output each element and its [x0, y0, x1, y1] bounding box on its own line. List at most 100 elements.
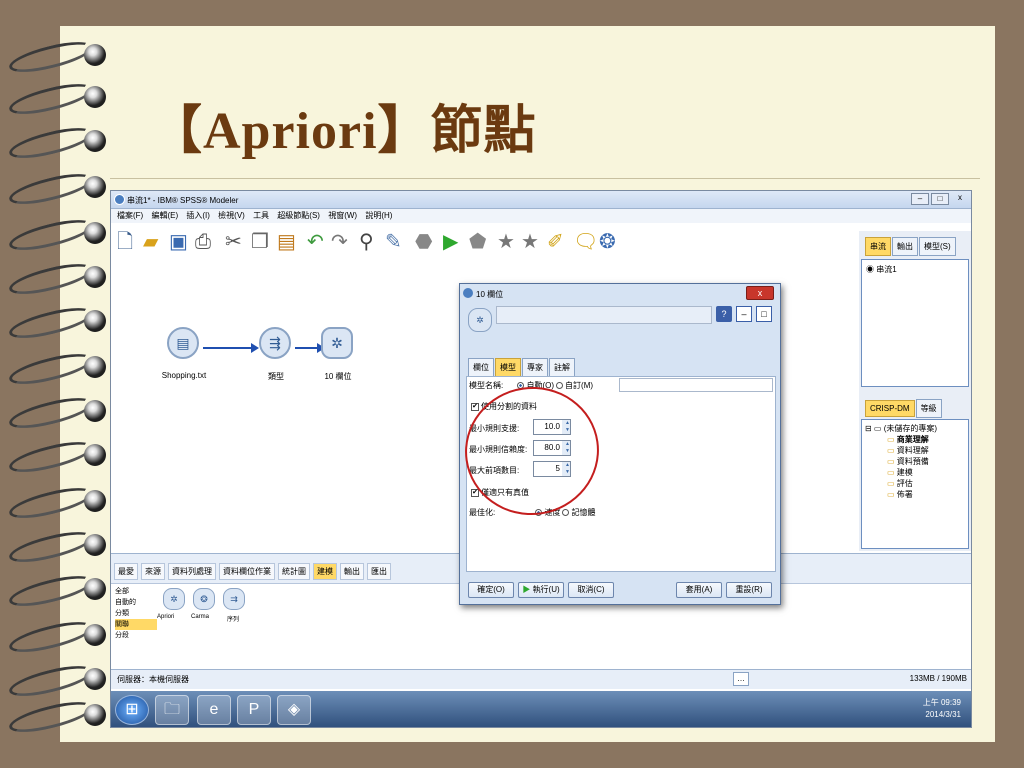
category-all[interactable]: 全部: [115, 586, 157, 597]
tree-root-label: (未儲存的專案): [883, 424, 938, 433]
help-icon[interactable]: ?: [716, 306, 732, 322]
palette-tab-modeling[interactable]: 建模: [313, 563, 337, 580]
start-icon[interactable]: ⊞: [115, 695, 149, 725]
palette-tab-graphs[interactable]: 統計圖: [278, 563, 310, 580]
menu-help[interactable]: 說明(H): [365, 209, 392, 223]
palette-tab-field-ops[interactable]: 資料欄位作業: [219, 563, 275, 580]
explorer-icon[interactable]: 🗀: [155, 695, 189, 725]
annotate-icon[interactable]: ✐: [547, 231, 564, 253]
spss-taskbar-icon[interactable]: ◈: [277, 695, 311, 725]
maximize-icon[interactable]: □: [756, 306, 772, 322]
tree-item[interactable]: ▭ 資料理解: [865, 445, 965, 456]
tab-outputs[interactable]: 輸出: [892, 237, 918, 256]
binding-ring: [6, 167, 106, 211]
open-icon[interactable]: ▰: [143, 231, 158, 253]
maximize-button[interactable]: □: [931, 193, 949, 205]
use-partition-checkbox[interactable]: ✔: [471, 402, 479, 411]
palette-node-label: Apriori: [157, 614, 175, 620]
dialog-app-icon: [463, 288, 473, 298]
type-icon[interactable]: ⇶: [259, 327, 291, 359]
help-icon[interactable]: ❂: [599, 231, 616, 253]
radio-custom-label: 自訂(M): [565, 381, 594, 390]
palette-tab-record-ops[interactable]: 資料列處理: [168, 563, 216, 580]
binding-ring: [6, 391, 106, 435]
tab-fields[interactable]: 欄位: [468, 358, 494, 377]
redo-icon[interactable]: ↷: [331, 231, 348, 253]
tree-item[interactable]: ▭ 建模: [865, 467, 965, 478]
main-toolbar: 🗋 ▰ ▣ ⎙ ✂ ❐ ▤ ↶ ↷ ⚲ ✎ ⬣ ▶ ⬟ ★ ★ ✐ 🗨 ❂: [111, 223, 861, 263]
find-icon[interactable]: ⚲: [359, 231, 374, 253]
binding-ring: [6, 301, 106, 345]
star-icon[interactable]: ★: [497, 231, 515, 253]
category-classification[interactable]: 分類: [115, 608, 157, 619]
radio-memory[interactable]: [562, 509, 570, 517]
category-segmentation[interactable]: 分段: [115, 630, 157, 641]
tree-item[interactable]: ▭ 佈署: [865, 489, 965, 500]
memory-usage: 133MB / 190MB: [909, 674, 967, 683]
palette-tab-export[interactable]: 匯出: [367, 563, 391, 580]
optimize-label: 最佳化:: [469, 508, 496, 517]
menu-view[interactable]: 檢視(V): [218, 209, 245, 223]
tree-item[interactable]: ▭ 商業理解: [865, 434, 965, 445]
binding-ring: [6, 77, 106, 121]
menu-insert[interactable]: 插入(I): [186, 209, 210, 223]
menu-file[interactable]: 檔案(F): [117, 209, 143, 223]
paste-icon[interactable]: ▤: [277, 231, 296, 253]
apriori-icon[interactable]: ✲: [321, 327, 353, 359]
apply-button[interactable]: 套用(A): [676, 582, 722, 598]
tab-streams[interactable]: 串流: [865, 237, 891, 256]
comment-icon[interactable]: 🗨: [573, 231, 598, 253]
more-button[interactable]: …: [733, 672, 749, 686]
powerpoint-icon[interactable]: P: [237, 695, 271, 725]
tab-annotations[interactable]: 註解: [549, 358, 575, 377]
tab-classes[interactable]: 等級: [915, 399, 942, 418]
tree-item[interactable]: ▭ 資料預備: [865, 456, 965, 467]
minimize-icon[interactable]: –: [736, 306, 752, 322]
carma-icon[interactable]: ❂: [193, 588, 215, 610]
stop-icon[interactable]: ⬣: [415, 231, 432, 253]
tree-item[interactable]: ▭ 評估: [865, 478, 965, 489]
node-label-apriori: 10 欄位: [324, 372, 352, 381]
palette-tab-output[interactable]: 輸出: [340, 563, 364, 580]
category-association[interactable]: 關聯: [115, 619, 157, 630]
menu-edit[interactable]: 編輯(E): [151, 209, 178, 223]
print-icon[interactable]: ⎙: [195, 231, 211, 253]
close-button[interactable]: x: [951, 193, 969, 205]
category-auto[interactable]: 自動的: [115, 597, 157, 608]
dialog-close-button[interactable]: x: [746, 286, 774, 300]
run-selection-icon[interactable]: ⬟: [469, 231, 486, 253]
file-icon[interactable]: ▤: [167, 327, 199, 359]
new-icon[interactable]: 🗋: [117, 231, 133, 253]
star-filled-icon[interactable]: ★: [521, 231, 539, 253]
palette-tab-favorites[interactable]: 最愛: [114, 563, 138, 580]
model-name-input[interactable]: [619, 378, 773, 392]
save-icon[interactable]: ▣: [169, 231, 188, 253]
tab-crisp-dm[interactable]: CRISP-DM: [865, 400, 915, 417]
palette-tab-sources[interactable]: 來源: [141, 563, 165, 580]
copy-icon[interactable]: ❐: [251, 231, 269, 253]
ie-icon[interactable]: e: [197, 695, 231, 725]
binding-ring: [6, 525, 106, 569]
run-icon[interactable]: ▶: [443, 231, 458, 253]
cut-icon[interactable]: ✂: [225, 231, 242, 253]
ok-button[interactable]: 確定(O): [468, 582, 514, 598]
edit-icon[interactable]: ✎: [385, 231, 402, 253]
minimize-button[interactable]: –: [911, 193, 929, 205]
tab-expert[interactable]: 專家: [522, 358, 548, 377]
menu-window[interactable]: 視窗(W): [328, 209, 357, 223]
undo-icon[interactable]: ↶: [307, 231, 324, 253]
stream-item[interactable]: ◉ 串流1: [866, 264, 964, 275]
sequence-icon[interactable]: ⇉: [223, 588, 245, 610]
tree-root[interactable]: ⊟ ▭ (未儲存的專案): [865, 423, 965, 434]
cancel-button[interactable]: 取消(C): [568, 582, 614, 598]
tree-item-label: 資料理解: [896, 446, 929, 455]
run-button[interactable]: ▶ 執行(U): [518, 582, 564, 598]
clock[interactable]: 上午 09:39 2014/3/31: [923, 697, 961, 721]
reset-button[interactable]: 重設(R): [726, 582, 772, 598]
apriori-icon[interactable]: ✲: [163, 588, 185, 610]
tab-model[interactable]: 模型: [495, 358, 521, 377]
menu-tools[interactable]: 工具: [253, 209, 269, 223]
tab-models[interactable]: 模型(S): [919, 237, 956, 256]
radio-custom[interactable]: [556, 382, 564, 390]
menu-supernode[interactable]: 超級節點(S): [277, 209, 320, 223]
